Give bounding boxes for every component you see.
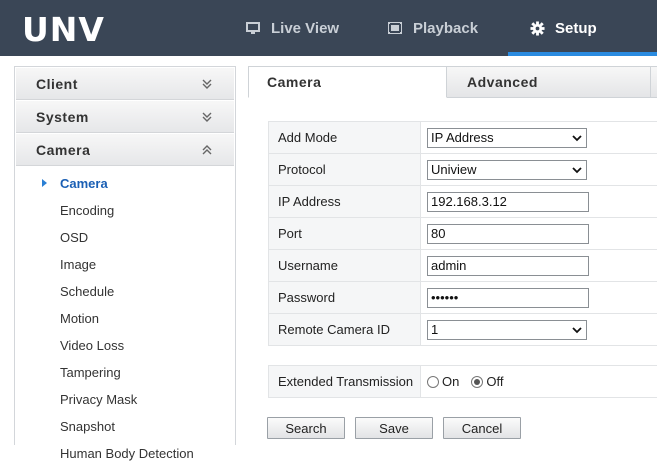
tab-camera[interactable]: Camera: [248, 66, 447, 98]
sidebar-group-label: System: [36, 108, 89, 125]
username-label: Username: [269, 250, 421, 281]
tab-label: Camera: [267, 74, 322, 90]
chevron-down-icon: [571, 164, 583, 176]
password-label: Password: [269, 282, 421, 313]
sidebar-item-video-loss[interactable]: Video Loss: [15, 332, 235, 359]
radio-on-label: On: [442, 374, 460, 389]
nav-setup-label: Setup: [555, 19, 597, 37]
remote-camera-id-label: Remote Camera ID: [269, 314, 421, 345]
logo-text: UNV: [22, 10, 105, 49]
sidebar-item-motion[interactable]: Motion: [15, 305, 235, 332]
nav-playback-label: Playback: [413, 19, 479, 37]
sidebar-item-schedule[interactable]: Schedule: [15, 278, 235, 305]
nav-live-view-label: Live View: [271, 19, 340, 37]
sidebar-item-tampering[interactable]: Tampering: [15, 359, 235, 386]
form-row-add-mode: Add Mode IP Address: [268, 122, 657, 154]
ip-address-input[interactable]: 192.168.3.12: [427, 191, 589, 212]
ip-address-value: 192.168.3.12: [431, 194, 507, 209]
chevron-double-up-icon: [200, 143, 214, 157]
sidebar-item-label: Camera: [60, 176, 108, 191]
sidebar-item-image[interactable]: Image: [15, 251, 235, 278]
search-button[interactable]: Search: [267, 417, 345, 439]
tab-bar: Camera Advanced: [248, 66, 657, 98]
form-row-username: Username admin: [268, 250, 657, 282]
protocol-label: Protocol: [269, 154, 421, 185]
sidebar-item-label: Motion: [60, 311, 100, 326]
password-value: ••••••: [431, 290, 459, 305]
sidebar: Client System Camera Camera Encoding OSD…: [14, 66, 236, 461]
sidebar-item-label: Video Loss: [60, 338, 125, 353]
brand-logo: UNV: [22, 12, 105, 48]
chevron-double-down-icon: [200, 110, 214, 124]
username-input[interactable]: admin: [427, 255, 589, 276]
sidebar-item-camera[interactable]: Camera: [15, 170, 235, 197]
sidebar-item-label: Human Body Detection: [60, 446, 194, 461]
sidebar-item-snapshot[interactable]: Snapshot: [15, 413, 235, 440]
form-row-protocol: Protocol Uniview: [268, 154, 657, 186]
form-row-extended-transmission: Extended Transmission On Off: [268, 366, 657, 398]
sidebar-item-label: Privacy Mask: [60, 392, 138, 407]
sidebar-group-system[interactable]: System: [16, 101, 234, 133]
sidebar-item-encoding[interactable]: Encoding: [15, 197, 235, 224]
extended-transmission-label: Extended Transmission: [269, 366, 421, 397]
sidebar-item-privacy-mask[interactable]: Privacy Mask: [15, 386, 235, 413]
chevron-double-down-icon: [200, 77, 214, 91]
chevron-down-icon: [571, 132, 583, 144]
add-mode-value: IP Address: [431, 130, 494, 145]
port-label: Port: [269, 218, 421, 249]
protocol-select[interactable]: Uniview: [427, 159, 587, 180]
nav-setup[interactable]: Setup: [529, 0, 597, 56]
top-nav-bar: UNV Live View Playback Setup: [0, 0, 657, 56]
monitor-icon: [245, 20, 261, 36]
sidebar-group-label: Camera: [36, 141, 91, 158]
active-nav-indicator: [508, 52, 657, 56]
protocol-value: Uniview: [431, 162, 477, 177]
ip-address-label: IP Address: [269, 186, 421, 217]
radio-off-label: Off: [486, 374, 504, 389]
sidebar-item-osd[interactable]: OSD: [15, 224, 235, 251]
remote-camera-id-select[interactable]: 1: [427, 319, 587, 340]
tab-overflow: [651, 66, 657, 98]
chevron-down-icon: [571, 324, 583, 336]
sidebar-item-label: Tampering: [60, 365, 121, 380]
sidebar-group-label: Client: [36, 75, 78, 92]
sidebar-item-label: Image: [60, 257, 97, 272]
extended-transmission-on[interactable]: On: [427, 374, 459, 389]
form-row-port: Port 80: [268, 218, 657, 250]
extended-transmission-section: Extended Transmission On Off: [268, 365, 657, 398]
form-row-ip-address: IP Address 192.168.3.12: [268, 186, 657, 218]
gear-icon: [529, 20, 545, 36]
sidebar-item-label: Encoding: [60, 203, 115, 218]
sidebar-group-camera[interactable]: Camera: [16, 134, 234, 166]
add-mode-select[interactable]: IP Address: [427, 127, 587, 148]
port-input[interactable]: 80: [427, 223, 589, 244]
radio-on[interactable]: [427, 375, 439, 388]
extended-transmission-off[interactable]: Off: [471, 374, 503, 389]
sidebar-group-client[interactable]: Client: [16, 68, 234, 100]
radio-off[interactable]: [471, 375, 484, 388]
add-mode-label: Add Mode: [269, 122, 421, 153]
sidebar-item-human-body-detection[interactable]: Human Body Detection: [15, 440, 235, 467]
tab-label: Advanced: [467, 74, 538, 90]
sidebar-camera-items: Camera Encoding OSD Image Schedule Motio…: [15, 167, 235, 467]
sidebar-item-label: Snapshot: [60, 419, 115, 434]
form-row-remote-camera-id: Remote Camera ID 1: [268, 314, 657, 346]
sidebar-item-label: Schedule: [60, 284, 115, 299]
film-icon: [387, 20, 403, 36]
username-value: admin: [431, 258, 467, 273]
password-input[interactable]: ••••••: [427, 287, 589, 308]
form-row-password: Password ••••••: [268, 282, 657, 314]
cancel-button[interactable]: Cancel: [443, 417, 521, 439]
active-arrow-icon: [42, 179, 47, 187]
sidebar-item-label: OSD: [60, 230, 89, 245]
remote-camera-id-value: 1: [431, 322, 439, 337]
port-value: 80: [431, 226, 446, 241]
nav-live-view[interactable]: Live View: [245, 0, 339, 56]
save-button[interactable]: Save: [355, 417, 433, 439]
tab-advanced[interactable]: Advanced: [447, 66, 651, 98]
camera-settings-form: Add Mode IP Address Protocol Uniview IP …: [268, 121, 657, 346]
nav-playback[interactable]: Playback: [387, 0, 478, 56]
